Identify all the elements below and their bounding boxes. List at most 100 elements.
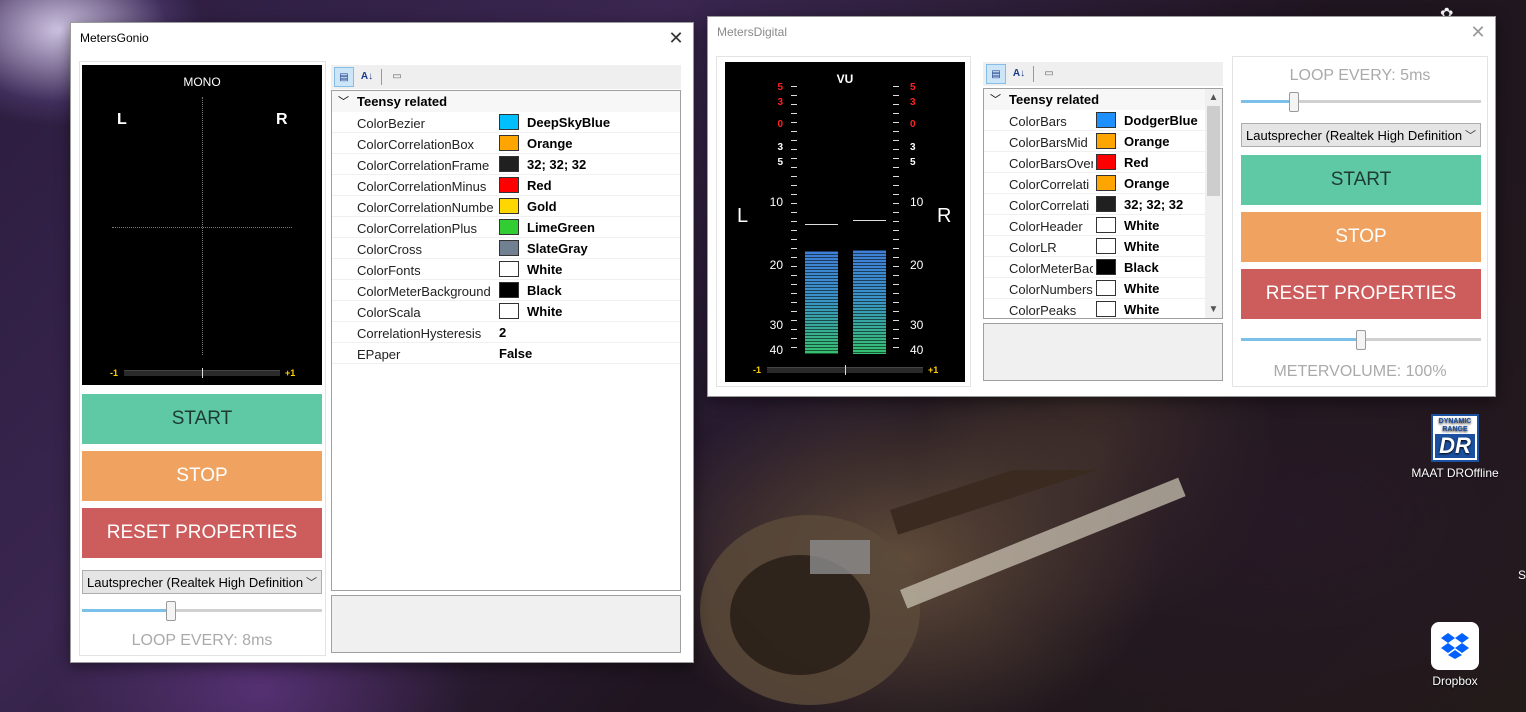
property-value[interactable]: LimeGreen <box>527 220 595 235</box>
property-row[interactable]: EPaper False <box>332 343 680 364</box>
property-value[interactable]: DodgerBlue <box>1124 113 1198 128</box>
property-value[interactable]: White <box>1124 218 1159 233</box>
desktop-icon-maat-droffline[interactable]: DYNAMIC RANGE DR MAAT DROffline <box>1400 414 1510 480</box>
property-row[interactable]: ColorBarsOver Red <box>984 152 1205 173</box>
property-grid[interactable]: ﹀ Teensy related ColorBezier DeepSkyBlue C… <box>331 90 681 591</box>
property-row[interactable]: ColorCorrelationNumbe Gold <box>332 196 680 217</box>
property-value[interactable]: False <box>499 346 532 361</box>
loop-interval-slider[interactable] <box>1241 91 1481 113</box>
property-row[interactable]: ColorCross SlateGray <box>332 238 680 259</box>
title-bar[interactable]: MetersDigital ✕ <box>708 17 1495 47</box>
vu-scale-tick <box>893 248 899 249</box>
vu-scale-tick <box>791 275 797 276</box>
vu-label: VU <box>836 72 854 86</box>
property-value[interactable]: White <box>527 262 562 277</box>
property-row[interactable]: ColorCorrelationFrame 32; 32; 32 <box>332 154 680 175</box>
slider-thumb[interactable] <box>1356 330 1366 350</box>
meters-gonio-window[interactable]: MetersGonio ✕ MONO L R -1 +1 START STOP … <box>70 22 694 663</box>
vu-scale-tick <box>893 329 899 330</box>
stop-button[interactable]: STOP <box>82 451 322 501</box>
vu-scale-tick <box>893 86 899 87</box>
close-icon[interactable]: ✕ <box>1467 21 1489 43</box>
vu-scale-label: 10 <box>769 195 783 209</box>
property-row[interactable]: ColorMeterBackground Black <box>332 280 680 301</box>
vu-scale-label: 0 <box>910 119 916 130</box>
property-row[interactable]: ColorPeaks White <box>984 299 1205 318</box>
property-row[interactable]: ColorScala White <box>332 301 680 322</box>
property-value[interactable]: 2 <box>499 325 506 340</box>
property-row[interactable]: ColorFonts White <box>332 259 680 280</box>
property-value[interactable]: Orange <box>1124 134 1170 149</box>
scroll-down-icon[interactable]: ▼ <box>1205 301 1222 318</box>
slider-thumb[interactable] <box>1289 92 1299 112</box>
property-row[interactable]: ColorNumbers White <box>984 278 1205 299</box>
property-row[interactable]: ColorCorrelationMinus Red <box>332 175 680 196</box>
scroll-up-icon[interactable]: ▲ <box>1205 89 1222 106</box>
property-value[interactable]: Orange <box>1124 176 1170 191</box>
meters-digital-window[interactable]: MetersDigital ✕ VU L R 5 5 3 3 0 0 3 3 5 5 10 10 20 2… <box>707 16 1496 397</box>
audio-device-select[interactable]: Lautsprecher (Realtek High Definition ﹀ <box>1241 123 1481 147</box>
categorized-view-icon[interactable]: ▤ <box>334 67 354 87</box>
meter-volume-slider[interactable] <box>1241 329 1481 351</box>
property-value[interactable]: 32; 32; 32 <box>527 157 586 172</box>
alphabetical-sort-icon[interactable]: A↓ <box>1009 64 1029 84</box>
category-teensy-related[interactable]: ﹀ Teensy related <box>332 91 680 112</box>
slider-fill <box>82 609 171 612</box>
property-value[interactable]: Red <box>527 178 552 193</box>
vertical-scrollbar[interactable]: ▲ ▼ <box>1205 89 1222 318</box>
property-value[interactable]: 32; 32; 32 <box>1124 197 1183 212</box>
property-row[interactable]: ColorLR White <box>984 236 1205 257</box>
chevron-down-icon: ﹀ <box>1465 130 1476 142</box>
alphabetical-sort-icon[interactable]: A↓ <box>357 67 377 87</box>
categorized-view-icon[interactable]: ▤ <box>986 64 1006 84</box>
gonio-control-panel: MONO L R -1 +1 START STOP RESET PROPERTI… <box>79 61 326 656</box>
property-grid[interactable]: ﹀ Teensy related ColorBars DodgerBlue Colo… <box>983 88 1223 319</box>
vu-scale-label: 30 <box>910 318 924 332</box>
reset-properties-button[interactable]: RESET PROPERTIES <box>82 508 322 558</box>
category-label: Teensy related <box>357 94 448 109</box>
reset-properties-button[interactable]: RESET PROPERTIES <box>1241 269 1481 319</box>
start-button[interactable]: START <box>1241 155 1481 205</box>
property-value[interactable]: DeepSkyBlue <box>527 115 610 130</box>
property-row[interactable]: ColorCorrelationBox Orange <box>332 133 680 154</box>
property-value[interactable]: White <box>1124 239 1159 254</box>
stop-button[interactable]: STOP <box>1241 212 1481 262</box>
property-value[interactable]: White <box>1124 302 1159 317</box>
vu-scale-tick <box>893 230 899 231</box>
property-row[interactable]: ColorHeader White <box>984 215 1205 236</box>
property-pages-icon[interactable]: ▭ <box>1039 64 1059 84</box>
property-toolbar: ▤ A↓ ▭ <box>983 62 1223 86</box>
vu-scale-label: 5 <box>910 82 916 93</box>
vu-scale-label: 5 <box>777 82 783 93</box>
chevron-down-icon[interactable]: ﹀ <box>338 93 349 109</box>
toolbar-separator <box>1033 66 1034 82</box>
property-value[interactable]: SlateGray <box>527 241 588 256</box>
slider-thumb[interactable] <box>166 601 176 621</box>
start-button[interactable]: START <box>82 394 322 444</box>
property-value[interactable]: Red <box>1124 155 1149 170</box>
property-row[interactable]: ColorCorrelationPlus LimeGreen <box>332 217 680 238</box>
color-swatch <box>1096 238 1116 254</box>
property-row[interactable]: ColorBarsMid Orange <box>984 131 1205 152</box>
color-swatch <box>499 198 519 214</box>
title-bar[interactable]: MetersGonio ✕ <box>71 23 693 53</box>
property-row[interactable]: ColorCorrelati Orange <box>984 173 1205 194</box>
property-row[interactable]: ColorCorrelati 32; 32; 32 <box>984 194 1205 215</box>
property-value[interactable]: Gold <box>527 199 557 214</box>
property-row[interactable]: ColorBars DodgerBlue <box>984 110 1205 131</box>
property-row[interactable]: ColorMeterBac Black <box>984 257 1205 278</box>
property-row[interactable]: ColorBezier DeepSkyBlue <box>332 112 680 133</box>
property-value[interactable]: White <box>527 304 562 319</box>
property-value[interactable]: Black <box>527 283 562 298</box>
property-value[interactable]: Black <box>1124 260 1159 275</box>
desktop-icon-dropbox[interactable]: Dropbox <box>1400 622 1510 688</box>
close-icon[interactable]: ✕ <box>665 27 687 49</box>
property-value[interactable]: White <box>1124 281 1159 296</box>
property-value[interactable]: Orange <box>527 136 573 151</box>
audio-device-select[interactable]: Lautsprecher (Realtek High Definition ﹀ <box>82 570 322 594</box>
loop-interval-slider[interactable] <box>82 600 322 622</box>
goniometer-display: MONO L R -1 +1 <box>82 65 322 385</box>
scrollbar-thumb[interactable] <box>1207 106 1220 196</box>
property-row[interactable]: CorrelationHysteresis 2 <box>332 322 680 343</box>
property-pages-icon[interactable]: ▭ <box>387 67 407 87</box>
